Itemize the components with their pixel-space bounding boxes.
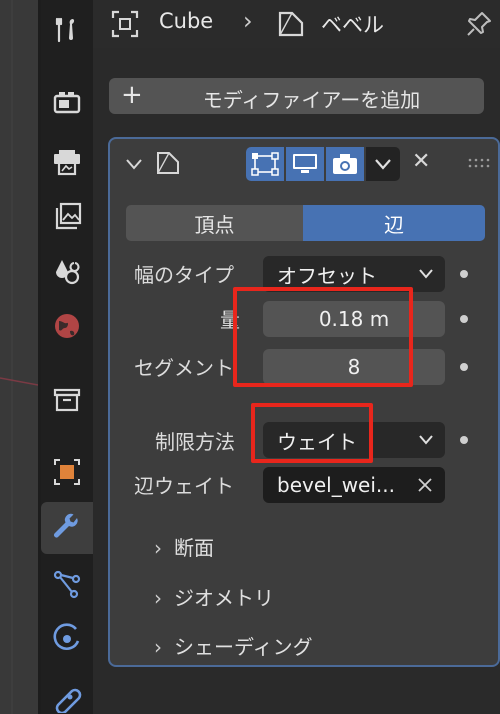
tab-object[interactable] xyxy=(41,446,93,498)
chevron-right-icon: › xyxy=(154,536,162,560)
keyframe-dot[interactable] xyxy=(460,363,468,371)
viewport-grid xyxy=(0,0,38,714)
affect-toggle: 頂点 辺 xyxy=(126,205,485,241)
width-type-label: 幅のタイプ xyxy=(134,263,234,287)
tab-output[interactable] xyxy=(41,136,93,188)
physics-icon xyxy=(53,623,80,650)
tab-modifiers[interactable] xyxy=(41,502,93,554)
chevron-down-icon xyxy=(419,435,433,445)
collapse-chevron-icon[interactable] xyxy=(124,154,144,174)
constraints-icon xyxy=(55,688,82,713)
tab-tool[interactable] xyxy=(41,4,93,56)
modifier-visibility-toggles xyxy=(246,147,402,181)
chevron-down-icon xyxy=(375,159,391,170)
tab-scene[interactable] xyxy=(41,246,93,298)
chevron-down-icon xyxy=(419,269,433,279)
bevel-modifier-panel: ✕ 頂点 辺 幅のタイプ オフセット 量 0.18 m セグメント 8 制限方法… xyxy=(108,137,500,667)
edge-weight-value: bevel_wei... xyxy=(277,473,395,497)
edge-weight-field[interactable]: bevel_wei... xyxy=(263,467,445,503)
properties-editor: + モディファイアーを追加 ✕ 頂点 辺 幅のタイプ オフセット 量 0.18 … xyxy=(93,48,500,714)
output-icon xyxy=(54,150,80,176)
tab-view-layer[interactable] xyxy=(41,190,93,242)
width-type-value: オフセット xyxy=(277,263,377,288)
remove-modifier-button[interactable]: ✕ xyxy=(412,149,430,174)
subpanel-shading[interactable]: › シェーディング xyxy=(154,631,313,660)
object-mode-icon xyxy=(111,10,139,38)
subpanel-geometry[interactable]: › ジオメトリ xyxy=(154,582,274,611)
view-layer-icon xyxy=(55,202,82,230)
pin-icon[interactable] xyxy=(465,10,493,38)
keyframe-dot[interactable] xyxy=(460,436,468,444)
tab-collection[interactable] xyxy=(41,374,93,426)
amount-value: 0.18 m xyxy=(318,307,390,331)
subpanel-profile[interactable]: › 断面 xyxy=(154,532,214,561)
tab-world[interactable] xyxy=(41,300,93,352)
keyframe-dot[interactable] xyxy=(460,270,468,278)
modifier-wrench-icon xyxy=(53,513,78,538)
tab-constraints[interactable] xyxy=(41,670,93,714)
camera-icon xyxy=(333,154,357,174)
object-icon xyxy=(54,459,80,485)
edit-mode-icon xyxy=(251,152,279,176)
breadcrumb-modifier: ベベル xyxy=(321,13,384,37)
properties-header: Cube › ベベル xyxy=(93,0,500,48)
world-icon xyxy=(55,314,79,338)
properties-tab-bar xyxy=(41,0,93,714)
limit-method-value: ウェイト xyxy=(277,429,357,454)
monitor-icon xyxy=(293,154,317,173)
viewport-toggle[interactable] xyxy=(286,147,324,181)
render-toggle[interactable] xyxy=(326,147,364,181)
breadcrumb-object: Cube xyxy=(159,9,214,33)
particles-icon xyxy=(53,570,81,599)
amount-label: 量 xyxy=(220,308,240,332)
modifier-extras-dropdown[interactable] xyxy=(366,147,400,181)
width-type-dropdown[interactable]: オフセット xyxy=(263,256,445,292)
segments-field[interactable]: 8 xyxy=(263,349,445,385)
edge-weight-label: 辺ウェイト xyxy=(134,474,234,498)
limit-method-label: 制限方法 xyxy=(155,430,235,454)
segments-label: セグメント xyxy=(134,356,234,380)
render-icon xyxy=(53,92,81,114)
limit-method-dropdown[interactable]: ウェイト xyxy=(263,422,445,458)
chevron-right-icon: › xyxy=(154,635,162,659)
edit-mode-toggle[interactable] xyxy=(246,147,284,181)
affect-edges-button[interactable]: 辺 xyxy=(303,205,485,241)
bevel-modifier-icon xyxy=(278,11,304,37)
tool-icon xyxy=(55,17,75,43)
add-modifier-button[interactable]: + モディファイアーを追加 xyxy=(109,78,484,114)
tab-particles[interactable] xyxy=(41,558,93,610)
affect-vertices-button[interactable]: 頂点 xyxy=(126,205,303,241)
add-modifier-label: モディファイアーを追加 xyxy=(202,88,421,112)
scene-icon xyxy=(56,260,80,285)
chevron-right-icon: › xyxy=(154,586,162,610)
clear-icon[interactable] xyxy=(417,477,433,493)
tab-physics[interactable] xyxy=(41,612,93,664)
amount-field[interactable]: 0.18 m xyxy=(263,301,445,337)
segments-value: 8 xyxy=(347,355,361,379)
viewport-edge[interactable] xyxy=(0,0,38,714)
breadcrumb-chevron-icon: › xyxy=(243,7,253,35)
keyframe-dot[interactable] xyxy=(460,315,468,323)
collection-icon xyxy=(53,388,81,412)
tab-render[interactable] xyxy=(41,76,93,128)
drag-handle-icon[interactable] xyxy=(467,157,491,169)
bevel-icon xyxy=(157,152,179,174)
